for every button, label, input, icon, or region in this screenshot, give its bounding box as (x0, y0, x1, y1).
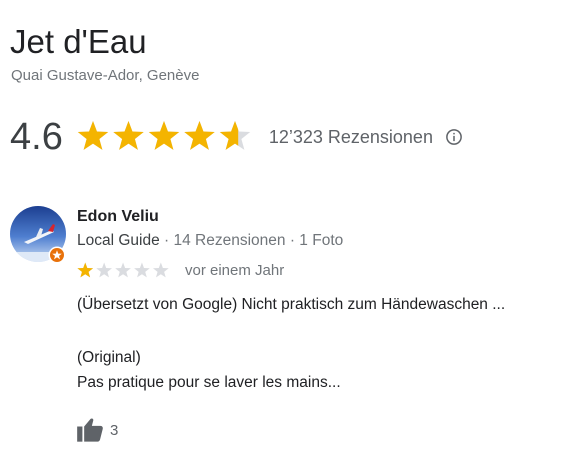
review-date: vor einem Jahr (185, 261, 285, 279)
reviewer-meta: Local Guide · 14 Rezensionen · 1 Foto (77, 232, 343, 250)
review-filled-star-icon (77, 261, 94, 277)
review-stars (77, 261, 171, 279)
review-text: (Übersetzt von Google) Nicht praktisch z… (77, 296, 506, 313)
place-address: Quai Gustave-Ador, Genève (11, 67, 200, 84)
thumbs-up-icon (77, 418, 103, 442)
rating-stars (77, 120, 251, 154)
avatar[interactable] (10, 206, 68, 266)
reviewer-name[interactable]: Edon Veliu (77, 208, 159, 226)
original-text: Pas pratique pour se laver les mains... (77, 374, 341, 391)
reviewer-stats: · 14 Rezensionen · 1 Foto (159, 232, 344, 249)
review-svg (77, 261, 169, 277)
rating-summary: 4.6 12’323 Rezensionen (10, 112, 463, 162)
like-count: 3 (110, 421, 119, 439)
rating-filled-star-icon (148, 120, 180, 150)
rating-value: 4.6 (10, 116, 63, 158)
like-button[interactable]: 3 (76, 416, 118, 444)
reviewer-type: Local Guide (77, 232, 160, 249)
review-rating: vor einem Jahr (77, 261, 284, 279)
review-count-link[interactable]: 12’323 Rezensionen (269, 127, 433, 148)
local-guide-badge-icon (48, 246, 66, 264)
place-title: Jet d'Eau (10, 23, 147, 60)
review-empty-star-icon (152, 261, 169, 277)
review-empty-star-icon (115, 261, 131, 277)
rating-filled-star-icon (184, 120, 215, 150)
rating-svg (77, 120, 251, 150)
review-empty-star-icon (96, 261, 112, 277)
rating-filled-star-icon (113, 120, 144, 150)
review-empty-star-icon (134, 261, 150, 277)
rating-filled-star-icon (77, 120, 109, 150)
original-label: (Original) (77, 349, 141, 366)
info-icon[interactable] (445, 128, 463, 146)
